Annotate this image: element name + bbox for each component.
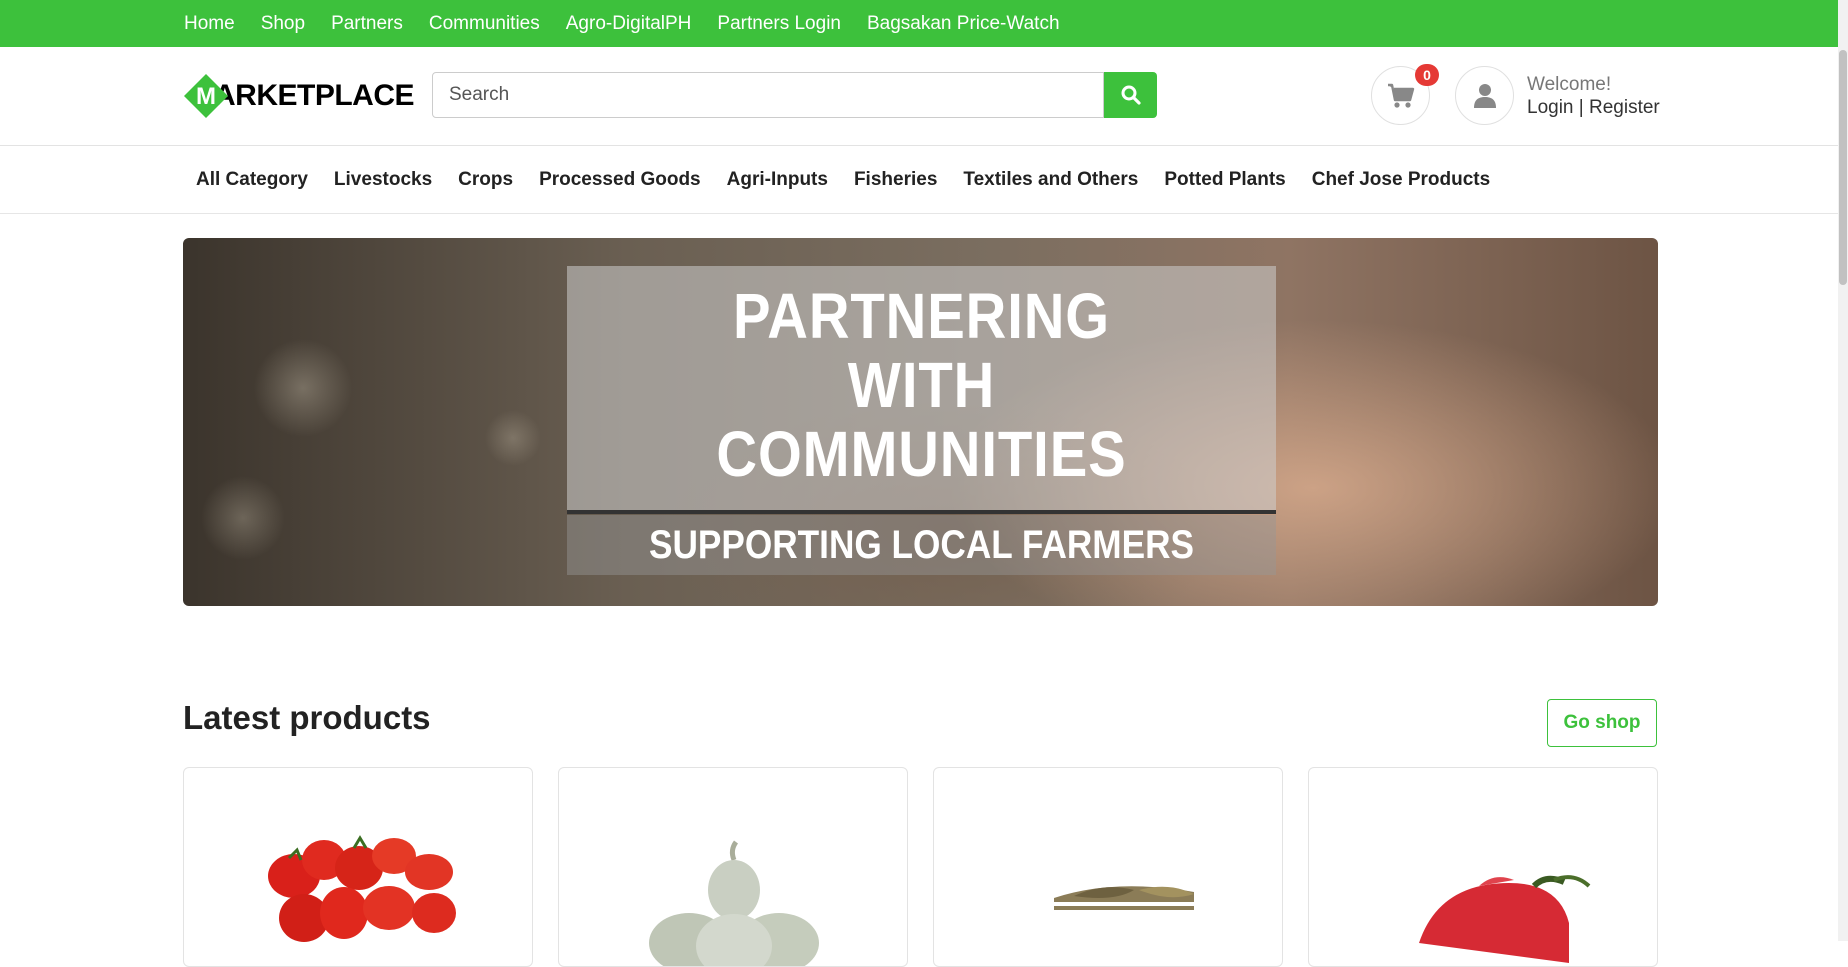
nav-agro-digitalph[interactable]: Agro-DigitalPH [566,13,692,35]
hero-banner[interactable]: PARTNERING WITH COMMUNITIES SUPPORTING L… [183,238,1658,606]
hero-line-1: PARTNERING [733,280,1110,352]
page-scrollbar[interactable] [1838,0,1848,941]
category-fisheries[interactable]: Fisheries [854,169,937,191]
hero-divider [567,510,1276,514]
category-livestocks[interactable]: Livestocks [334,169,432,191]
garlic-image [649,840,819,966]
category-agri-inputs[interactable]: Agri-Inputs [727,169,828,191]
hero-line-2: WITH [847,349,996,421]
scrollbar-thumb[interactable] [1839,50,1847,285]
nav-bagsakan-price-watch[interactable]: Bagsakan Price-Watch [867,13,1060,35]
go-shop-button[interactable]: Go shop [1547,699,1657,747]
hero-headline: PARTNERING WITH COMMUNITIES [610,282,1234,489]
logo-text: ARKETPLACE [214,79,415,112]
nav-partners[interactable]: Partners [331,13,403,35]
latest-products-title: Latest products [183,699,431,736]
category-chef-jose-products[interactable]: Chef Jose Products [1312,169,1490,191]
cart-icon [1387,83,1414,108]
logo-diamond-icon: M [184,74,228,118]
user-icon [1473,83,1496,108]
cart-button[interactable]: 0 [1371,64,1439,125]
account-area: Welcome! Login | Register [1527,73,1660,119]
product-card[interactable] [183,767,533,967]
nav-communities[interactable]: Communities [429,13,540,35]
top-navbar: Home Shop Partners Communities Agro-Digi… [0,0,1848,47]
red-pepper-image [1419,875,1591,963]
hero-subline: SUPPORTING LOCAL FARMERS [649,523,1194,567]
category-processed-goods[interactable]: Processed Goods [539,169,701,191]
header: M ARKETPLACE 0 Welcome! Login | Reg [0,47,1848,146]
tomatoes-image [268,835,456,942]
search-bar [432,72,1157,118]
logo-letter: M [196,83,216,110]
category-textiles-and-others[interactable]: Textiles and Others [963,169,1138,191]
login-register-separator: | [1573,97,1589,118]
user-avatar-button[interactable] [1455,66,1514,125]
login-link[interactable]: Login [1527,97,1574,118]
category-potted-plants[interactable]: Potted Plants [1164,169,1285,191]
product-card[interactable] [558,767,908,967]
search-input[interactable] [432,72,1104,118]
product-card[interactable] [933,767,1283,967]
marketplace-logo[interactable]: M ARKETPLACE [184,74,415,118]
search-button[interactable] [1104,72,1157,118]
product-card[interactable] [1308,767,1658,967]
register-link[interactable]: Register [1589,97,1660,118]
dried-fish-image [1054,886,1194,910]
nav-partners-login[interactable]: Partners Login [717,13,841,35]
cart-count-badge: 0 [1415,64,1439,86]
welcome-text: Welcome! [1527,74,1612,95]
hero-line-3: COMMUNITIES [716,418,1127,490]
category-crops[interactable]: Crops [458,169,513,191]
category-nav: All Category Livestocks Crops Processed … [0,146,1848,214]
search-icon [1121,85,1141,105]
nav-shop[interactable]: Shop [261,13,305,35]
category-all[interactable]: All Category [196,169,308,191]
nav-home[interactable]: Home [184,13,235,35]
